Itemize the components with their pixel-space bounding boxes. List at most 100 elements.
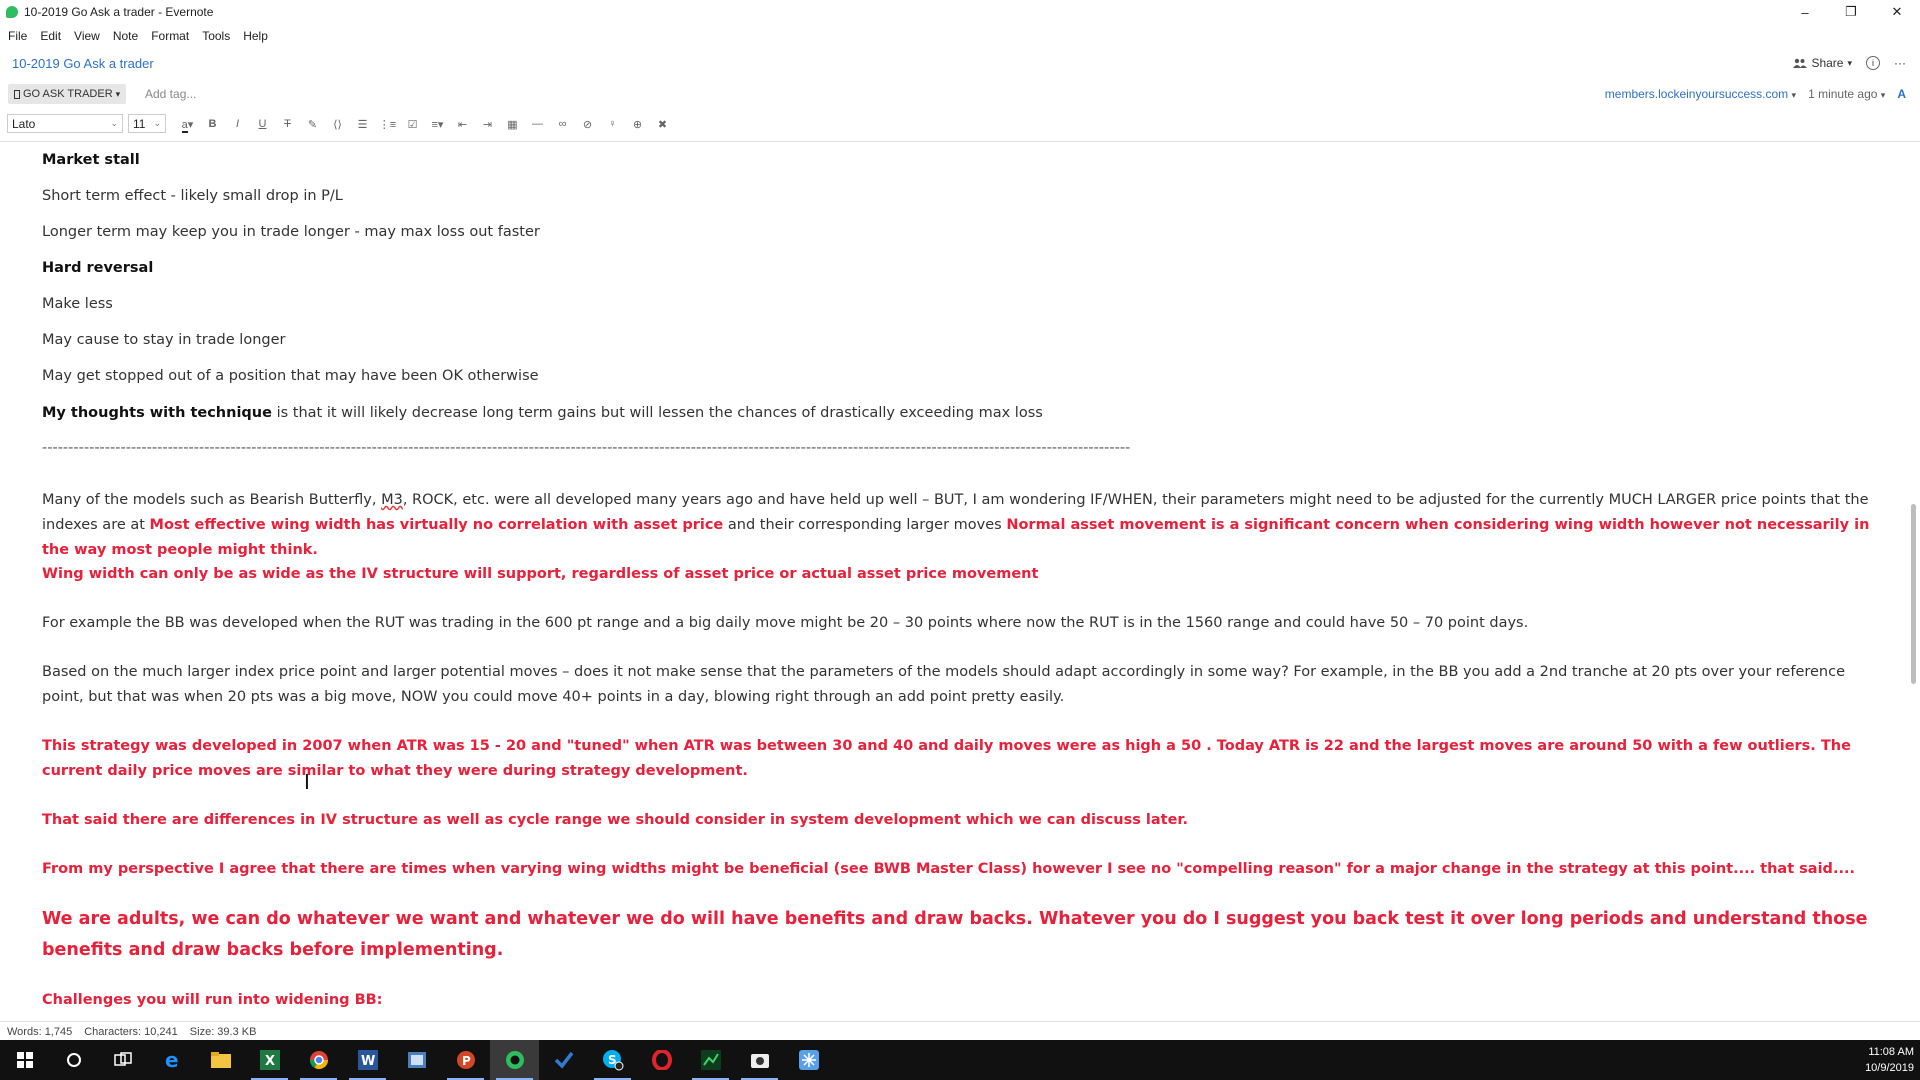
note-meta: members.lockeinyoursuccess.com ▾ 1 minut… bbox=[1605, 87, 1906, 101]
minimize-button[interactable]: – bbox=[1782, 0, 1828, 24]
thoughts-paragraph: My thoughts with technique is that it wi… bbox=[42, 401, 1872, 426]
scrollbar-thumb[interactable] bbox=[1911, 504, 1916, 684]
menu-format[interactable]: Format bbox=[151, 29, 189, 43]
file-explorer-icon[interactable] bbox=[196, 1040, 245, 1080]
table-icon[interactable]: ▦ bbox=[500, 118, 525, 131]
share-button[interactable]: Share ▾ bbox=[1793, 56, 1852, 70]
indent-icon[interactable]: ⇥ bbox=[475, 118, 500, 131]
red-heading-challenges: Challenges you will run into widening BB… bbox=[42, 992, 383, 1008]
note-title[interactable]: 10-2019 Go Ask a trader bbox=[12, 56, 154, 71]
edge-browser-icon[interactable]: e bbox=[147, 1040, 196, 1080]
snowflake-app-icon[interactable] bbox=[784, 1040, 833, 1080]
todo-check-icon[interactable] bbox=[539, 1040, 588, 1080]
notebook-selector[interactable]: GO ASK TRADER ▾ bbox=[8, 84, 127, 104]
outdent-icon[interactable]: ⇤ bbox=[450, 118, 475, 131]
record-icon[interactable]: ♀ bbox=[600, 118, 625, 130]
spellcheck-word[interactable]: M3 bbox=[381, 492, 403, 508]
share-people-icon bbox=[1793, 58, 1808, 68]
reader-icon[interactable] bbox=[392, 1040, 441, 1080]
paragraph: Longer term may keep you in trade longer… bbox=[42, 224, 540, 240]
svg-text:X: X bbox=[265, 1054, 275, 1069]
svg-text:P: P bbox=[462, 1054, 471, 1068]
menu-note[interactable]: Note bbox=[113, 29, 138, 43]
based-on-paragraph: Based on the much larger index price poi… bbox=[42, 664, 1846, 705]
system-clock[interactable]: 11:08 AM 10/9/2019 bbox=[1865, 1040, 1914, 1080]
tag-bar: GO ASK TRADER ▾ Add tag... members.locke… bbox=[0, 84, 1920, 106]
vertical-scrollbar[interactable] bbox=[1908, 142, 1918, 1020]
skype-icon[interactable]: S bbox=[588, 1040, 637, 1080]
evernote-icon[interactable] bbox=[490, 1040, 539, 1080]
info-icon[interactable]: i bbox=[1866, 56, 1880, 70]
example-paragraph: For example the BB was developed when th… bbox=[42, 615, 1529, 631]
chevron-down-icon: ⌄ bbox=[110, 118, 118, 128]
models-paragraph: Many of the models such as Bearish Butte… bbox=[42, 488, 1872, 563]
cortana-search-icon[interactable] bbox=[49, 1040, 98, 1080]
highlight-icon[interactable]: ✎ bbox=[300, 118, 325, 131]
font-size-select[interactable]: 11 ⌄ bbox=[128, 114, 166, 133]
text-color-icon[interactable]: a▾ bbox=[175, 118, 200, 133]
paragraph: May get stopped out of a position that m… bbox=[42, 368, 539, 384]
red-answer-paragraph: This strategy was developed in 2007 when… bbox=[42, 738, 1851, 779]
note-size: Size: 39.3 KB bbox=[189, 1025, 257, 1038]
red-emphasis-paragraph: We are adults, we can do whatever we wan… bbox=[42, 909, 1868, 960]
paragraph: Short term effect - likely small drop in… bbox=[42, 188, 343, 204]
close-button[interactable]: ✕ bbox=[1874, 0, 1920, 24]
i-beam-cursor-icon: I bbox=[304, 770, 310, 794]
source-url-text: members.lockeinyoursuccess.com bbox=[1604, 87, 1789, 101]
restore-button[interactable]: ❐ bbox=[1828, 0, 1874, 24]
trading-app-icon[interactable] bbox=[686, 1040, 735, 1080]
updated-time[interactable]: 1 minute ago ▾ bbox=[1808, 87, 1885, 101]
svg-text:e: e bbox=[165, 1050, 179, 1070]
task-view-icon[interactable] bbox=[98, 1040, 147, 1080]
bold-icon[interactable]: B bbox=[200, 118, 225, 130]
font-family-select[interactable]: Lato ⌄ bbox=[7, 114, 123, 133]
attach-icon[interactable]: ⊘ bbox=[575, 118, 600, 131]
word-icon[interactable]: W bbox=[343, 1040, 392, 1080]
title-bar: 10-2019 Go Ask a trader - Evernote – ❐ ✕ bbox=[0, 0, 1920, 24]
code-icon[interactable]: ⟨⟩ bbox=[325, 118, 350, 131]
camera-app-icon[interactable] bbox=[735, 1040, 784, 1080]
underline-icon[interactable]: U bbox=[250, 118, 275, 130]
chevron-down-icon: ▾ bbox=[1847, 57, 1852, 68]
add-tag-input[interactable]: Add tag... bbox=[145, 87, 196, 101]
window-title: 10-2019 Go Ask a trader - Evernote bbox=[24, 5, 214, 19]
red-answer-text: Most effective wing width has virtually … bbox=[149, 517, 724, 533]
italic-icon[interactable]: I bbox=[225, 118, 250, 130]
horizontal-rule-icon[interactable]: — bbox=[525, 118, 550, 130]
opera-icon[interactable] bbox=[637, 1040, 686, 1080]
heading-hard-reversal: Hard reversal bbox=[42, 260, 154, 276]
notebook-icon bbox=[14, 89, 20, 99]
menu-edit[interactable]: Edit bbox=[40, 29, 61, 43]
source-url-link[interactable]: members.lockeinyoursuccess.com ▾ bbox=[1605, 87, 1796, 101]
chevron-down-icon: ▾ bbox=[1791, 90, 1797, 100]
strikethrough-icon[interactable]: T bbox=[275, 118, 300, 130]
word-count: Words: 1,745 bbox=[7, 1025, 73, 1038]
align-icon[interactable]: ≡▾ bbox=[425, 118, 450, 131]
note-header-actions: Share ▾ i ··· bbox=[1793, 56, 1906, 70]
insert-icon[interactable]: ⊕ bbox=[625, 118, 650, 131]
bullet-list-icon[interactable]: ☰ bbox=[350, 118, 375, 131]
menu-tools[interactable]: Tools bbox=[202, 29, 230, 43]
clear-format-icon[interactable]: ✖ bbox=[650, 118, 675, 131]
thoughts-text: is that it will likely decrease long ter… bbox=[271, 405, 1043, 421]
font-style-icon[interactable]: A bbox=[1897, 87, 1906, 101]
taskbar: e X W P S 11:08 AM 10/9/2019 bbox=[0, 1040, 1920, 1080]
note-body[interactable]: Market stall Short term effect - likely … bbox=[42, 142, 1872, 1020]
more-options-icon[interactable]: ··· bbox=[1894, 56, 1906, 70]
numbered-list-icon[interactable]: ⋮≡ bbox=[375, 118, 400, 131]
clock-date: 10/9/2019 bbox=[1865, 1062, 1914, 1074]
evernote-logo-icon bbox=[6, 6, 18, 18]
paragraph: Make less bbox=[42, 296, 113, 312]
menu-file[interactable]: File bbox=[8, 29, 27, 43]
character-count: Characters: 10,241 bbox=[84, 1025, 178, 1038]
link-icon[interactable]: ∞ bbox=[550, 118, 575, 130]
excel-icon[interactable]: X bbox=[245, 1040, 294, 1080]
chrome-icon[interactable] bbox=[294, 1040, 343, 1080]
font-size-value: 11 bbox=[133, 116, 146, 131]
checkbox-icon[interactable]: ☑ bbox=[400, 118, 425, 131]
menu-view[interactable]: View bbox=[74, 29, 100, 43]
menu-help[interactable]: Help bbox=[243, 29, 268, 43]
chevron-down-icon: ⌄ bbox=[153, 118, 161, 128]
powerpoint-icon[interactable]: P bbox=[441, 1040, 490, 1080]
windows-start-icon[interactable] bbox=[0, 1040, 49, 1080]
